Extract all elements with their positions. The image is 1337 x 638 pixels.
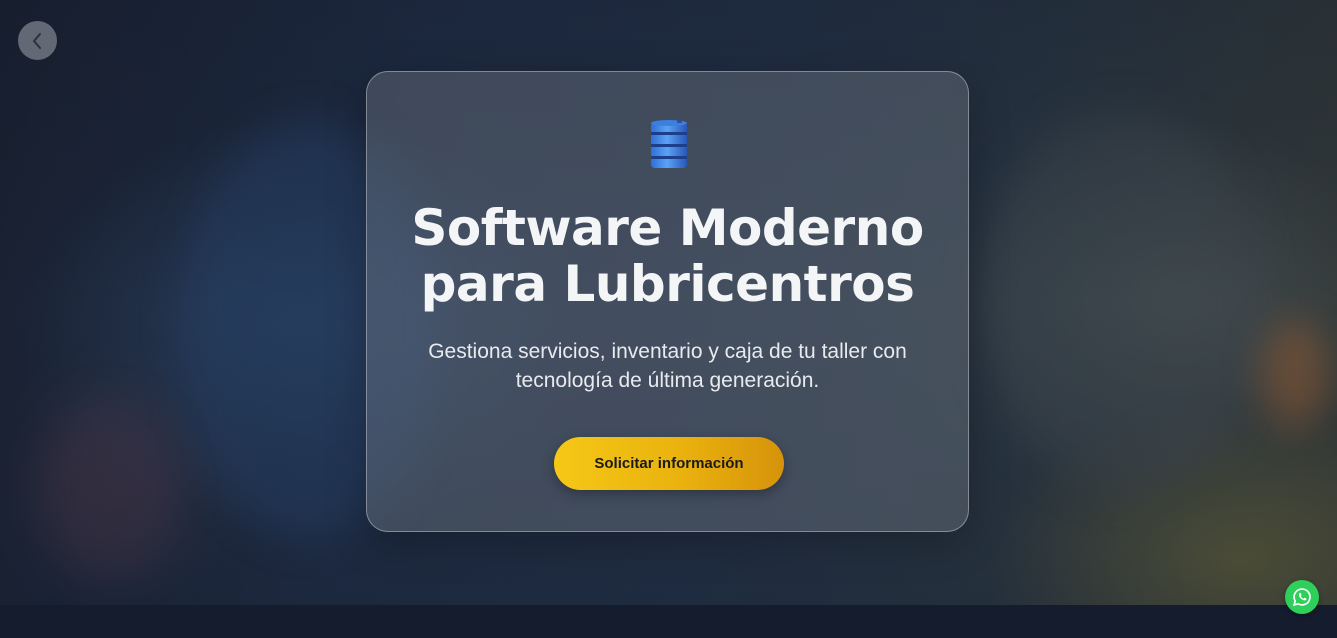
request-info-button[interactable]: Solicitar información [554, 437, 784, 490]
whatsapp-icon [1292, 588, 1311, 607]
hero-card: Software Moderno para Lubricentros Gesti… [366, 71, 969, 532]
page-subtitle: Gestiona servicios, inventario y caja de… [428, 340, 907, 392]
oil-barrel-icon [651, 119, 687, 168]
page: Software Moderno para Lubricentros Gesti… [0, 0, 1337, 638]
footer-strip [0, 605, 1337, 638]
whatsapp-button[interactable] [1285, 580, 1319, 614]
page-title: Software Moderno para Lubricentros [411, 199, 924, 313]
chevron-left-icon [32, 32, 41, 49]
back-button[interactable] [18, 21, 57, 60]
